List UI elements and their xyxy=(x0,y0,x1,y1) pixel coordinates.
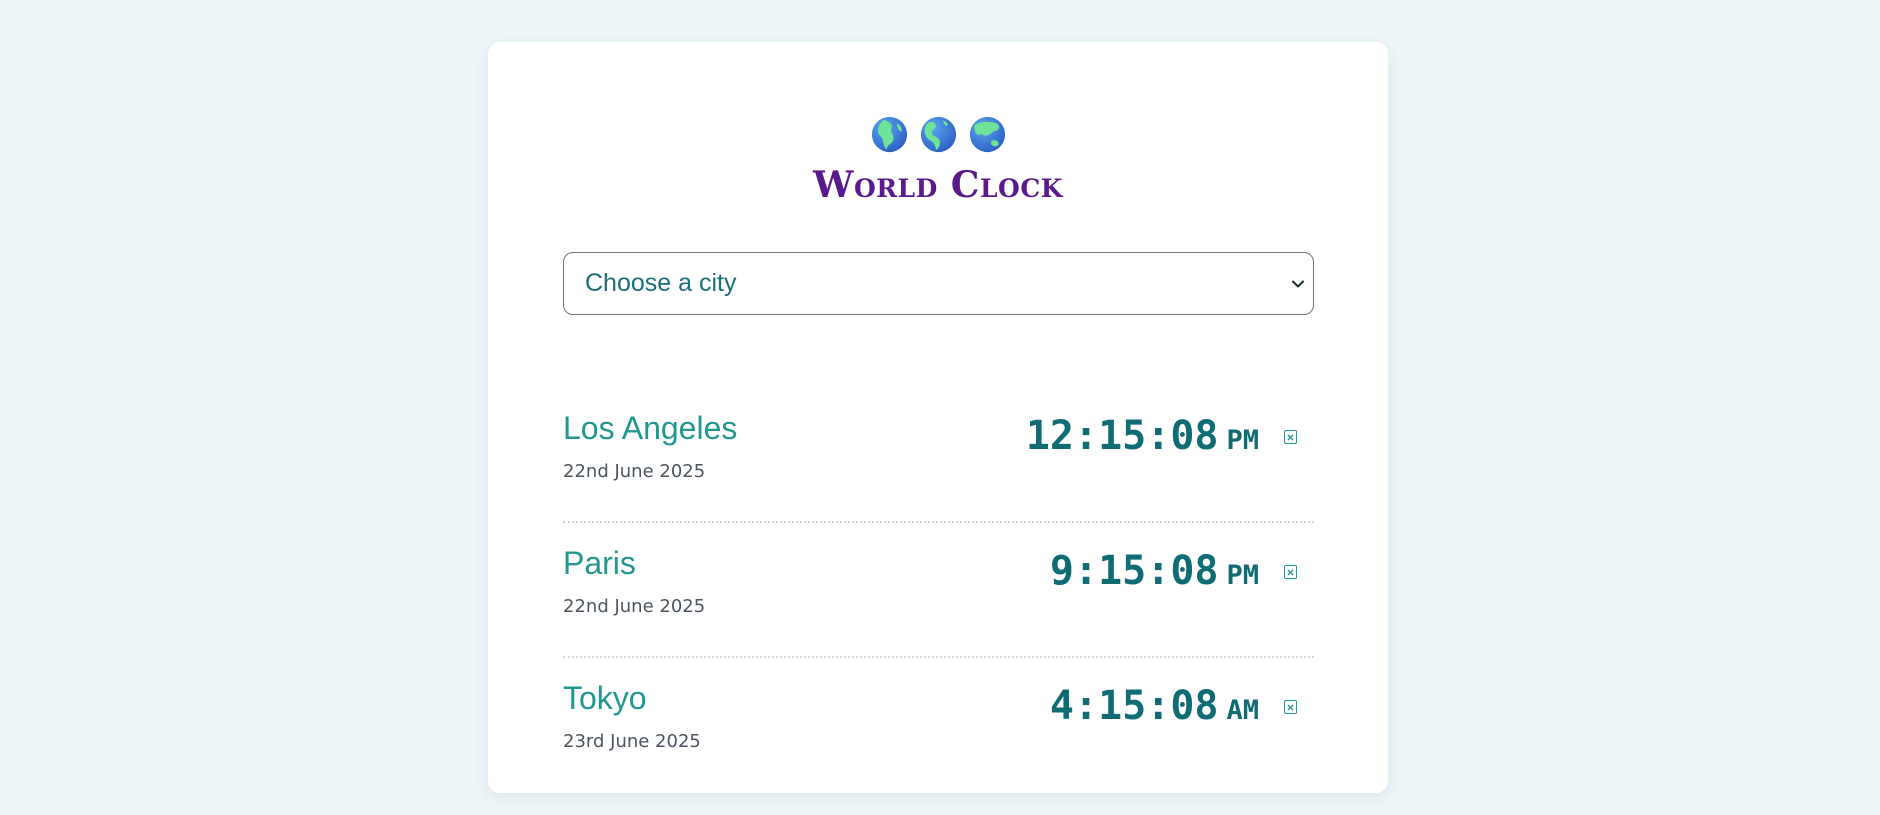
city-select-value: Choose a city xyxy=(585,269,737,297)
time-value: 9:15:08 xyxy=(1049,548,1219,594)
remove-city-button[interactable] xyxy=(1284,565,1297,579)
city-name: Tokyo xyxy=(563,680,647,716)
time-period: PM xyxy=(1226,425,1259,456)
page-title: World Clock xyxy=(813,164,1063,206)
time-period: AM xyxy=(1226,695,1259,726)
city-row: Paris 22nd June 2025 9:15:08 PM xyxy=(563,523,1314,658)
city-time: 12:15:08 PM xyxy=(1026,413,1259,459)
globe-icons xyxy=(488,116,1388,153)
city-time: 4:15:08 AM xyxy=(1050,683,1259,729)
city-date: 23rd June 2025 xyxy=(563,731,701,752)
city-date: 22nd June 2025 xyxy=(563,461,706,482)
close-icon xyxy=(1287,433,1294,441)
remove-city-button[interactable] xyxy=(1284,430,1297,444)
city-time: 9:15:08 PM xyxy=(1050,548,1259,594)
globe-americas-icon xyxy=(920,116,956,153)
close-icon xyxy=(1287,568,1294,576)
world-clock-card: World Clock Choose a city Los Angeles 22… xyxy=(488,42,1388,793)
close-icon xyxy=(1287,703,1294,711)
city-row: Los Angeles 22nd June 2025 12:15:08 PM xyxy=(563,388,1314,523)
globe-europe-africa-icon xyxy=(871,116,907,153)
city-name: Paris xyxy=(563,545,636,581)
chevron-down-icon xyxy=(1292,280,1304,287)
city-row: Tokyo 23rd June 2025 4:15:08 AM xyxy=(563,658,1314,793)
time-value: 12:15:08 xyxy=(1025,413,1219,459)
globe-asia-australia-icon xyxy=(969,116,1005,153)
time-value: 4:15:08 xyxy=(1049,683,1219,729)
remove-city-button[interactable] xyxy=(1284,700,1297,714)
city-select[interactable]: Choose a city xyxy=(563,252,1314,315)
time-period: PM xyxy=(1226,560,1259,591)
city-name: Los Angeles xyxy=(563,410,738,446)
city-date: 22nd June 2025 xyxy=(563,596,706,617)
